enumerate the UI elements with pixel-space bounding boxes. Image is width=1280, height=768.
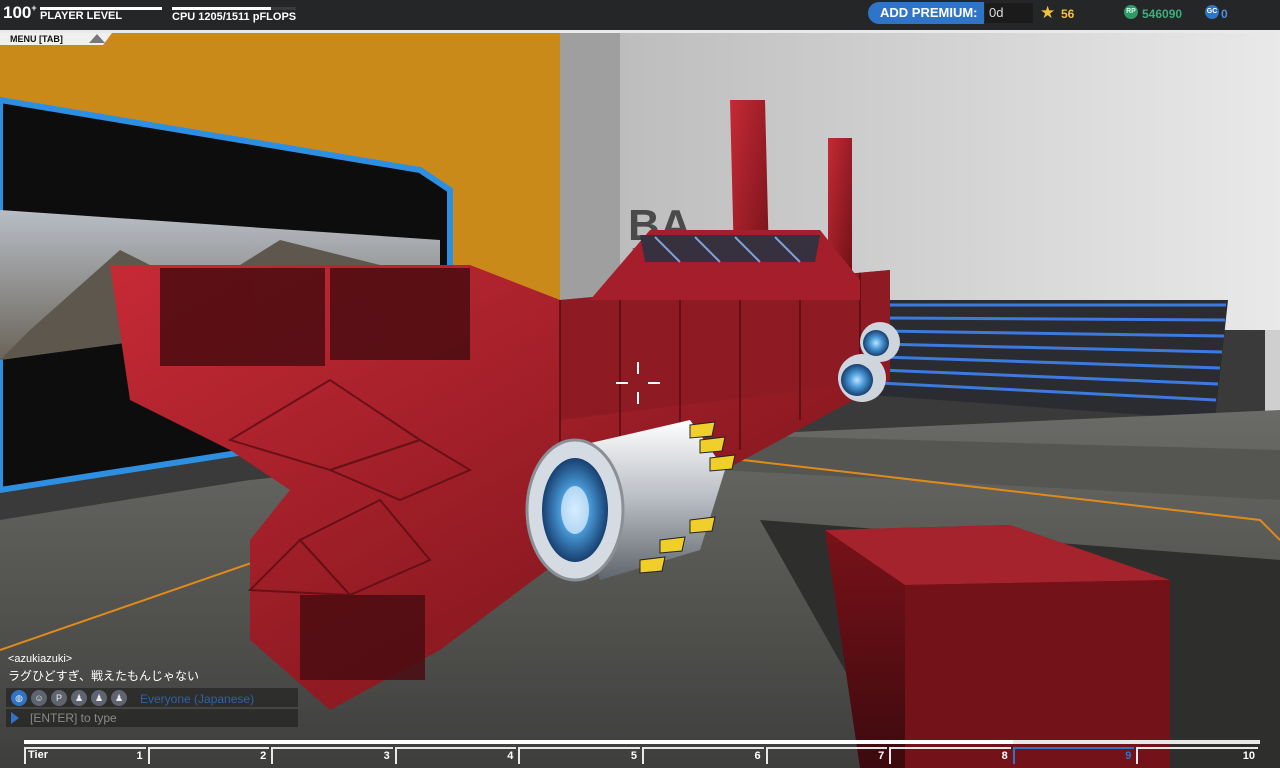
tier-segment-1[interactable]: 1: [24, 747, 146, 764]
friend-icon[interactable]: ♟: [91, 690, 107, 706]
chat-channel-label[interactable]: Everyone (Japanese): [140, 692, 254, 706]
chat-message: ラグひどすぎ、戦えたもんじゃない: [8, 669, 200, 683]
menu-up-arrow-icon[interactable]: [89, 34, 105, 43]
tier-segment-10[interactable]: 10: [1136, 747, 1258, 764]
tier-number: 8: [1001, 750, 1008, 762]
premium-days: 0d: [985, 3, 1033, 23]
cpu-readout: CPU 1205/1511 pFLOPS: [172, 11, 297, 23]
top-hud-bar: 100+ PLAYER LEVEL CPU 1205/1511 pFLOPS A…: [0, 0, 1280, 33]
robits-count: 546090: [1142, 7, 1183, 21]
tier-number: 4: [507, 750, 514, 762]
star-count: 56: [1061, 7, 1075, 21]
galaxy-coins-count: 0: [1221, 7, 1228, 21]
player-level-label: PLAYER LEVEL: [40, 10, 123, 22]
cpu-bar: [172, 7, 296, 10]
person-icon[interactable]: ☺: [31, 690, 47, 706]
tier-segment-2[interactable]: 2: [147, 747, 270, 764]
robits-icon: RP: [1124, 5, 1138, 19]
tier-segment-9[interactable]: 9: [1012, 747, 1135, 764]
clan-icon[interactable]: ♟: [71, 690, 87, 706]
tier-segment-3[interactable]: 3: [271, 747, 393, 764]
cpu-bar-fill: [172, 7, 271, 10]
tier-number: 5: [630, 750, 637, 762]
tier-segment-8[interactable]: 8: [889, 747, 1011, 764]
tier-number: 9: [1125, 750, 1132, 762]
add-premium-button[interactable]: ADD PREMIUM:: [868, 2, 984, 24]
garage-scene: BA ま: [0, 0, 1280, 768]
galaxy-coins-icon: GC: [1205, 5, 1219, 19]
tier-segment-5[interactable]: 5: [518, 747, 640, 764]
chat-arrow-icon: [11, 712, 19, 724]
tier-segment-7[interactable]: 7: [765, 747, 888, 764]
tier-number: 2: [260, 750, 267, 762]
globe-icon[interactable]: ◍: [11, 690, 27, 706]
tier-segment-4[interactable]: 4: [394, 747, 517, 764]
tier-number: 3: [383, 750, 390, 762]
chat-username: <azukiazuki>: [8, 653, 73, 665]
tier-number: 10: [1242, 750, 1255, 762]
whisper-icon[interactable]: ♟: [111, 690, 127, 706]
tier-number: 6: [754, 750, 761, 762]
tier-segment-6[interactable]: 6: [642, 747, 764, 764]
party-icon[interactable]: P: [51, 690, 67, 706]
tier-number: 7: [878, 750, 885, 762]
chat-input-prompt: [ENTER] to type: [30, 711, 117, 725]
tier-number: 1: [136, 750, 143, 762]
tier-progress-fill: [24, 740, 1013, 744]
player-level: 100+: [3, 3, 37, 22]
star-icon: ★: [1040, 3, 1056, 22]
tier-bar: Tier 1 2 3 4 5 6 7 8 9 10: [24, 740, 1260, 764]
